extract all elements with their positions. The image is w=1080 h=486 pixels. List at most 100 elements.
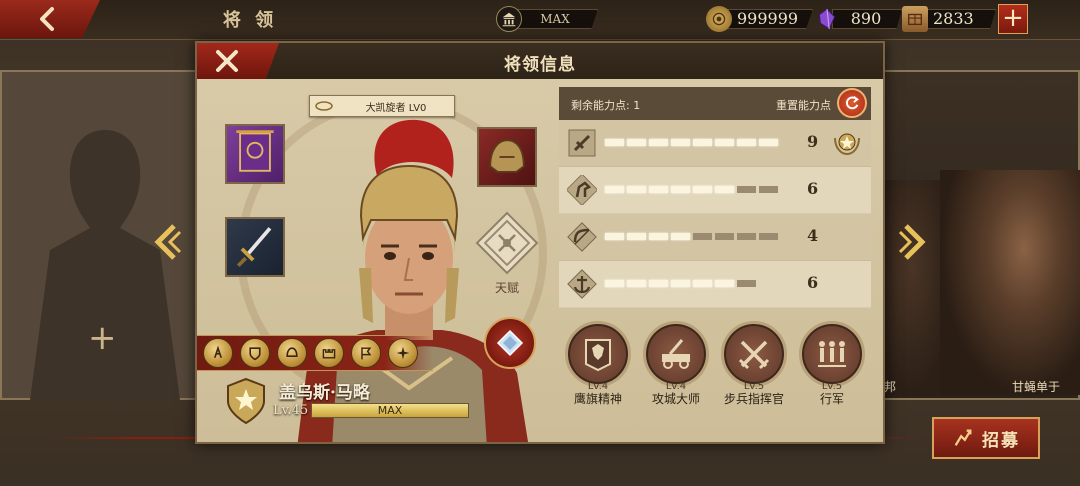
stat-rows: 9 6 4 6: [559, 120, 871, 308]
trait-eagle-spirit-name: 鹰旗精神: [573, 392, 622, 406]
compass-skill-icon[interactable]: [388, 338, 418, 368]
back-arrow-icon: [40, 7, 54, 31]
horse-icon: [567, 175, 597, 205]
stat-segment: [693, 186, 712, 193]
stat-value-cavalry: 6: [807, 179, 819, 198]
trait-siege-master[interactable]: Lv.4 攻城大师: [641, 321, 711, 415]
reset-points-button[interactable]: [837, 88, 867, 118]
trait-eagle-spirit[interactable]: Lv.4 鹰旗精神: [563, 321, 633, 415]
trait-infantry-commander[interactable]: Lv.5 步兵指挥官: [719, 321, 789, 415]
stats-panel: 剩余能力点: 1 重置能力点 9 6 4 6: [559, 87, 871, 308]
stat-bar-cavalry: [605, 186, 778, 193]
remaining-points-label: 剩余能力点: 1: [571, 99, 641, 112]
stat-segment: [737, 280, 756, 287]
trait-eagle-spirit-badge: [565, 321, 631, 387]
hero-name: 盖乌斯·马略: [279, 383, 370, 403]
anchor-icon: [567, 269, 597, 299]
stats-header: 剩余能力点: 1 重置能力点: [559, 87, 871, 120]
temple-icon: [496, 6, 522, 32]
rank-label: MAX: [514, 9, 598, 29]
stat-segment: [649, 233, 668, 240]
stat-segment: [715, 233, 734, 240]
stat-segment: [649, 186, 668, 193]
fort-skill-icon[interactable]: [314, 338, 344, 368]
rank-badge-icon: [227, 377, 265, 425]
stat-segment: [627, 139, 646, 146]
coin-resource: 999999: [706, 6, 814, 32]
laurel-icon: [315, 101, 333, 111]
bow-icon: [567, 222, 597, 252]
coin-value: 999999: [724, 9, 814, 29]
purple-gem-icon: [814, 6, 840, 32]
coin-icon: [706, 6, 732, 32]
traits-row: Lv.4 鹰旗精神 Lv.4 攻城大师 Lv.5 步兵指挥官 Lv.5 行军: [559, 321, 871, 415]
infantry-skill-icon[interactable]: [203, 338, 233, 368]
stat-bar-naval: [605, 280, 756, 287]
trait-march[interactable]: Lv.5 行军: [797, 321, 867, 415]
stat-row-cavalry[interactable]: 6: [559, 167, 871, 214]
stat-segment: [715, 139, 734, 146]
stat-segment: [627, 233, 646, 240]
stat-segment: [693, 280, 712, 287]
stat-segment: [627, 280, 646, 287]
marching-soldiers-icon: [818, 341, 846, 367]
prev-hero-arrow-icon[interactable]: [152, 222, 182, 262]
stat-segment: [737, 139, 756, 146]
equipment-banner-slot[interactable]: [225, 124, 285, 184]
stat-segment: [759, 233, 778, 240]
stat-row-archery[interactable]: 4: [559, 214, 871, 261]
supply-crate-icon: [902, 6, 928, 32]
equipment-sword-slot[interactable]: [225, 217, 285, 277]
shield-skill-icon[interactable]: [240, 338, 270, 368]
trait-march-badge: [799, 321, 865, 387]
stat-segment: [759, 139, 778, 146]
trait-siege-master-badge: [643, 321, 709, 387]
crate-resource: 2833: [902, 6, 996, 32]
stat-value-archery: 4: [807, 226, 819, 245]
stat-segment: [671, 280, 690, 287]
recruit-icon: [954, 429, 972, 446]
stat-segment: [737, 186, 756, 193]
laurel-star-icon: [834, 133, 860, 156]
crate-value: 2833: [920, 9, 996, 29]
stat-segment: [605, 186, 624, 193]
right-hero-name-partial: 邦: [884, 380, 897, 394]
hero-xp-label: MAX: [377, 404, 403, 417]
back-button[interactable]: [0, 0, 100, 38]
stat-segment: [671, 186, 690, 193]
stat-segment: [693, 139, 712, 146]
next-hero-arrow-icon[interactable]: [898, 222, 928, 262]
hero-screen: { "topbar": { "title": "将 领", "rank_labe…: [0, 0, 1080, 486]
trait-march-name: 行军: [819, 392, 844, 406]
stat-segment: [605, 280, 624, 287]
stat-segment: [693, 233, 712, 240]
rank-display: MAX: [496, 6, 598, 32]
stat-segment: [605, 139, 624, 146]
stat-segment: [671, 233, 690, 240]
gem-upgrade-button[interactable]: [484, 317, 536, 369]
stat-segment: [671, 139, 690, 146]
stat-segment: [715, 186, 734, 193]
stat-row-attack[interactable]: 9: [559, 120, 871, 167]
level-tag[interactable]: 大凯旋者 LV0: [309, 95, 455, 117]
trait-infantry-commander-badge: [721, 321, 787, 387]
reset-points-label: 重置能力点: [776, 99, 831, 112]
modal-title: 将领信息: [504, 55, 576, 75]
banner-skill-icon[interactable]: [351, 338, 381, 368]
stat-row-naval[interactable]: 6: [559, 261, 871, 308]
banner-icon: [236, 130, 274, 172]
gem-value: 890: [832, 9, 902, 29]
stat-value-attack: 9: [807, 132, 819, 151]
hero-xp-bar: MAX: [311, 403, 469, 418]
sword-equipment-icon: [236, 227, 272, 267]
helmet-skill-icon[interactable]: [277, 338, 307, 368]
right-hero-portrait: [940, 170, 1080, 395]
hero-level: Lv.45: [273, 403, 309, 418]
trait-infantry-commander-name: 步兵指挥官: [723, 392, 784, 406]
stat-segment: [605, 233, 624, 240]
add-resource-button[interactable]: +: [998, 4, 1028, 34]
recruit-button[interactable]: 招募: [932, 417, 1040, 459]
recruit-label: 招募: [982, 430, 1020, 451]
stat-segment: [649, 139, 668, 146]
stat-segment: [627, 186, 646, 193]
